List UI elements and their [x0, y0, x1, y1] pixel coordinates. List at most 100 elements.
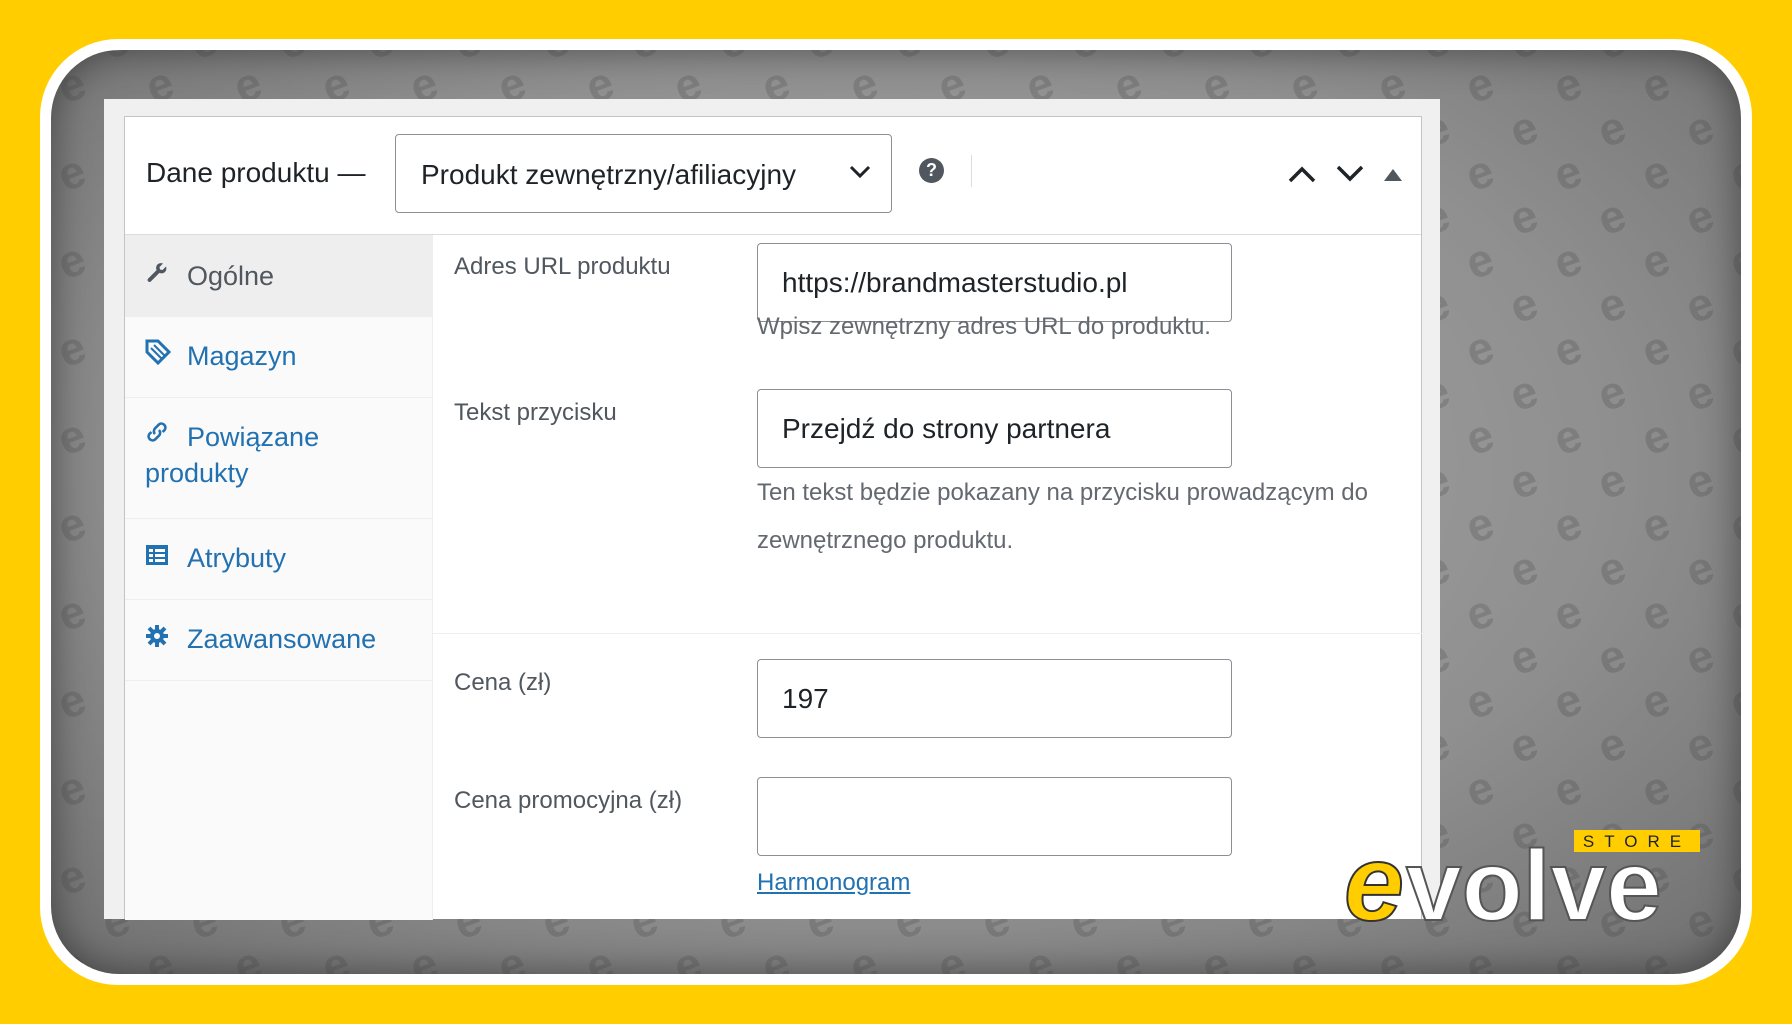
logo-word-e: e — [1344, 830, 1404, 940]
pattern-e-glyph: e — [1195, 936, 1237, 974]
pattern-e-glyph: e — [1635, 408, 1677, 466]
product-url-description: Wpisz zewnętrzny adres URL do produktu. — [757, 313, 1211, 340]
move-down-icon[interactable] — [1336, 165, 1364, 183]
pattern-e-glyph: e — [1503, 452, 1545, 510]
pattern-e-glyph: e — [139, 936, 181, 974]
tab-attributes[interactable]: Atrybuty — [125, 519, 432, 600]
pattern-e-glyph: e — [1635, 672, 1677, 730]
chevron-down-icon — [849, 165, 871, 179]
price-input[interactable] — [757, 659, 1232, 738]
pattern-e-glyph: e — [1547, 496, 1589, 554]
pattern-e-glyph: e — [1635, 496, 1677, 554]
pattern-e-glyph: e — [1723, 584, 1741, 642]
pattern-e-glyph: e — [1327, 50, 1369, 69]
pattern-e-glyph: e — [1591, 276, 1633, 334]
evolve-store-logo: STORE e volve — [1344, 830, 1700, 940]
product-type-select[interactable]: Produkt zewnętrzny/afiliacyjny — [395, 134, 892, 213]
pattern-e-glyph: e — [1371, 936, 1413, 974]
product-url-label: Adres URL produktu — [454, 253, 671, 280]
pattern-e-glyph: e — [1503, 716, 1545, 774]
pattern-e-glyph: e — [975, 50, 1017, 69]
collapse-toggle-icon[interactable] — [1384, 169, 1402, 181]
pattern-e-glyph: e — [1723, 848, 1741, 906]
pattern-e-glyph: e — [1503, 188, 1545, 246]
pattern-e-glyph: e — [667, 936, 709, 974]
tab-advanced[interactable]: Zaawansowane — [125, 600, 432, 681]
logo-word-rest: volve — [1406, 830, 1662, 940]
pattern-e-glyph: e — [1503, 276, 1545, 334]
pattern-e-glyph: e — [51, 936, 92, 974]
tab-inventory-label: Magazyn — [187, 341, 297, 371]
pattern-e-glyph: e — [1591, 100, 1633, 158]
pattern-e-glyph: e — [755, 936, 797, 974]
pattern-e-glyph: e — [1547, 144, 1589, 202]
sale-price-label: Cena promocyjna (zł) — [454, 787, 683, 814]
pattern-e-glyph: e — [1679, 452, 1721, 510]
pattern-e-glyph: e — [1723, 232, 1741, 290]
pattern-e-glyph: e — [1459, 584, 1501, 642]
pattern-e-glyph: e — [1591, 540, 1633, 598]
pattern-e-glyph: e — [51, 496, 92, 554]
pattern-e-glyph: e — [1591, 364, 1633, 422]
tab-inventory[interactable]: Magazyn — [125, 317, 432, 398]
pattern-e-glyph: e — [1459, 496, 1501, 554]
pattern-e-glyph: e — [1723, 760, 1741, 818]
pattern-e-glyph: e — [1635, 320, 1677, 378]
pattern-e-glyph: e — [1591, 452, 1633, 510]
pattern-e-glyph: e — [1459, 144, 1501, 202]
metabox-header: Dane produktu — Produkt zewnętrzny/afili… — [125, 117, 1421, 235]
pattern-e-glyph: e — [1635, 760, 1677, 818]
pattern-e-glyph: e — [1503, 540, 1545, 598]
pattern-e-glyph: e — [51, 408, 92, 466]
pattern-e-glyph: e — [51, 232, 92, 290]
pattern-e-glyph: e — [1723, 496, 1741, 554]
pattern-e-glyph: e — [1151, 50, 1193, 69]
list-table-icon — [146, 545, 168, 565]
sale-price-input[interactable] — [757, 777, 1232, 856]
help-icon[interactable]: ? — [919, 158, 944, 183]
pattern-e-glyph: e — [1547, 760, 1589, 818]
pattern-e-glyph: e — [1547, 672, 1589, 730]
move-up-icon[interactable] — [1288, 165, 1316, 183]
tab-attributes-label: Atrybuty — [187, 543, 287, 573]
pattern-e-glyph: e — [1459, 56, 1501, 114]
pattern-e-glyph: e — [1635, 584, 1677, 642]
pattern-e-glyph: e — [1723, 56, 1741, 114]
pattern-e-glyph: e — [183, 50, 225, 69]
pattern-e-glyph: e — [1503, 364, 1545, 422]
schedule-link[interactable]: Harmonogram — [757, 869, 910, 897]
button-text-description-line1: Ten tekst będzie pokazany na przycisku p… — [757, 479, 1368, 506]
pattern-e-glyph: e — [535, 50, 577, 69]
pattern-e-glyph: e — [1503, 628, 1545, 686]
pattern-e-glyph: e — [491, 936, 533, 974]
pattern-e-glyph: e — [843, 936, 885, 974]
pattern-e-glyph: e — [1679, 628, 1721, 686]
pattern-e-glyph: e — [403, 936, 445, 974]
pattern-e-glyph: e — [1723, 936, 1741, 974]
pattern-e-glyph: e — [1547, 56, 1589, 114]
pattern-e-glyph: e — [799, 50, 841, 69]
pattern-e-glyph: e — [1723, 672, 1741, 730]
tab-general[interactable]: Ogólne — [125, 235, 432, 317]
pattern-e-glyph: e — [1635, 56, 1677, 114]
tab-linked-products[interactable]: Powiązane produkty — [125, 398, 432, 519]
pattern-e-glyph: e — [1635, 936, 1677, 974]
pattern-e-glyph: e — [1503, 100, 1545, 158]
pricing-divider — [433, 633, 1422, 634]
link-icon — [147, 422, 167, 442]
tab-advanced-label: Zaawansowane — [187, 624, 377, 654]
pattern-e-glyph: e — [1679, 364, 1721, 422]
tab-general-label: Ogólne — [187, 261, 275, 291]
pattern-e-glyph: e — [51, 144, 92, 202]
pattern-e-glyph: e — [1679, 188, 1721, 246]
pattern-e-glyph: e — [1591, 628, 1633, 686]
pattern-e-glyph: e — [1459, 320, 1501, 378]
pattern-e-glyph: e — [1679, 50, 1721, 69]
button-text-input[interactable] — [757, 389, 1232, 468]
pattern-e-glyph: e — [359, 50, 401, 69]
pattern-e-glyph: e — [1723, 320, 1741, 378]
pattern-e-glyph: e — [227, 936, 269, 974]
pattern-e-glyph: e — [1591, 188, 1633, 246]
pattern-e-glyph: e — [51, 320, 92, 378]
tab-linked-label: Powiązane — [187, 422, 320, 452]
